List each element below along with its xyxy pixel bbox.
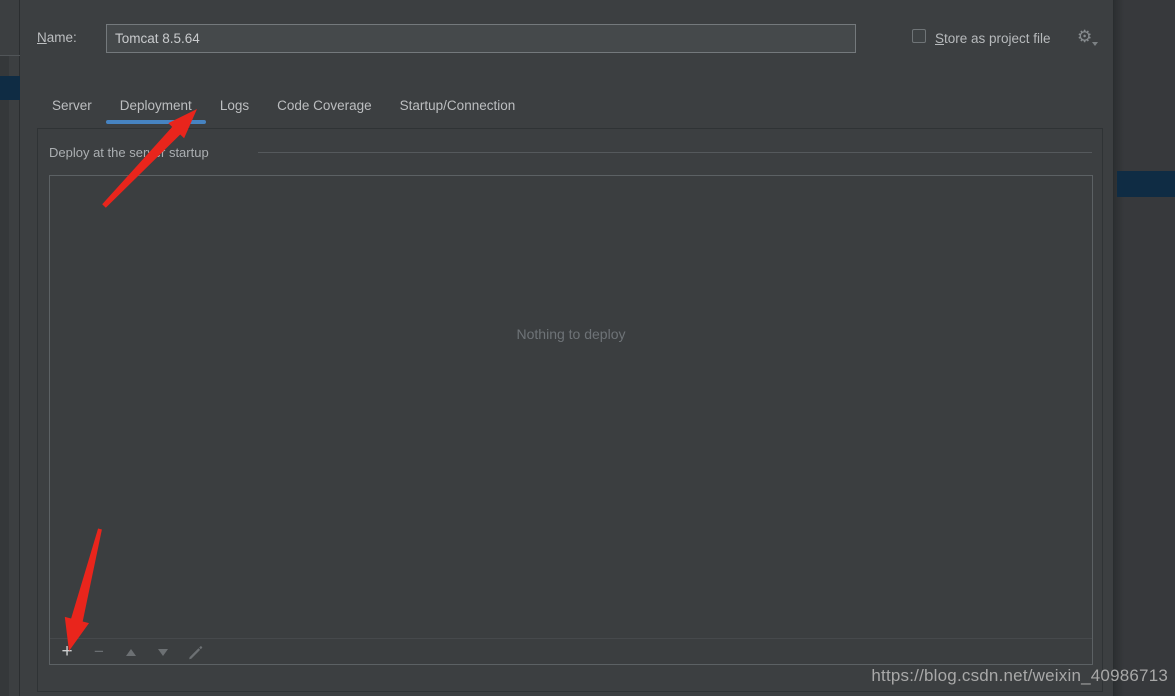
deploy-group-separator [258, 152, 1092, 153]
dialog-shadow [1114, 0, 1124, 696]
store-options-gear-icon[interactable]: ⚙ [1077, 27, 1092, 47]
move-up-button[interactable] [123, 644, 139, 660]
background-selection-band [1117, 171, 1175, 197]
remove-artifact-button[interactable]: − [91, 644, 107, 660]
up-arrow-icon [126, 649, 136, 656]
config-tabs: Server Deployment Logs Code Coverage Sta… [38, 91, 529, 124]
tab-server[interactable]: Server [38, 91, 106, 124]
watermark-url: https://blog.csdn.net/weixin_40986713 [871, 666, 1168, 686]
tab-code-coverage[interactable]: Code Coverage [263, 91, 386, 124]
move-down-button[interactable] [155, 644, 171, 660]
down-arrow-icon [158, 649, 168, 656]
name-input[interactable]: Tomcat 8.5.64 [106, 24, 856, 53]
plus-icon: + [61, 644, 72, 660]
edit-artifact-button[interactable] [187, 644, 203, 660]
tab-deployment[interactable]: Deployment [106, 91, 206, 124]
pencil-icon [188, 645, 203, 660]
selected-config-row[interactable] [0, 76, 20, 100]
store-as-project-file-label[interactable]: Store as project file [935, 31, 1051, 46]
deploy-list-panel[interactable]: Nothing to deploy + − [49, 175, 1093, 665]
add-artifact-button[interactable]: + [59, 644, 75, 660]
tab-logs[interactable]: Logs [206, 91, 263, 124]
name-label: Name: [37, 30, 77, 45]
empty-deploy-message: Nothing to deploy [50, 326, 1092, 342]
tab-startup-connection[interactable]: Startup/Connection [386, 91, 530, 124]
tree-toolbar-divider [0, 55, 20, 56]
minus-icon: − [94, 644, 104, 660]
store-as-project-file-checkbox[interactable] [912, 29, 926, 43]
gear-dropdown-caret [1092, 42, 1098, 46]
background-editor-region [1113, 0, 1175, 696]
name-input-value: Tomcat 8.5.64 [115, 31, 200, 46]
tree-panel-shade [0, 55, 9, 696]
config-tree-sliver [0, 0, 20, 696]
deploy-group-title: Deploy at the server startup [49, 145, 209, 160]
deploy-toolbar: + − [50, 639, 1092, 665]
